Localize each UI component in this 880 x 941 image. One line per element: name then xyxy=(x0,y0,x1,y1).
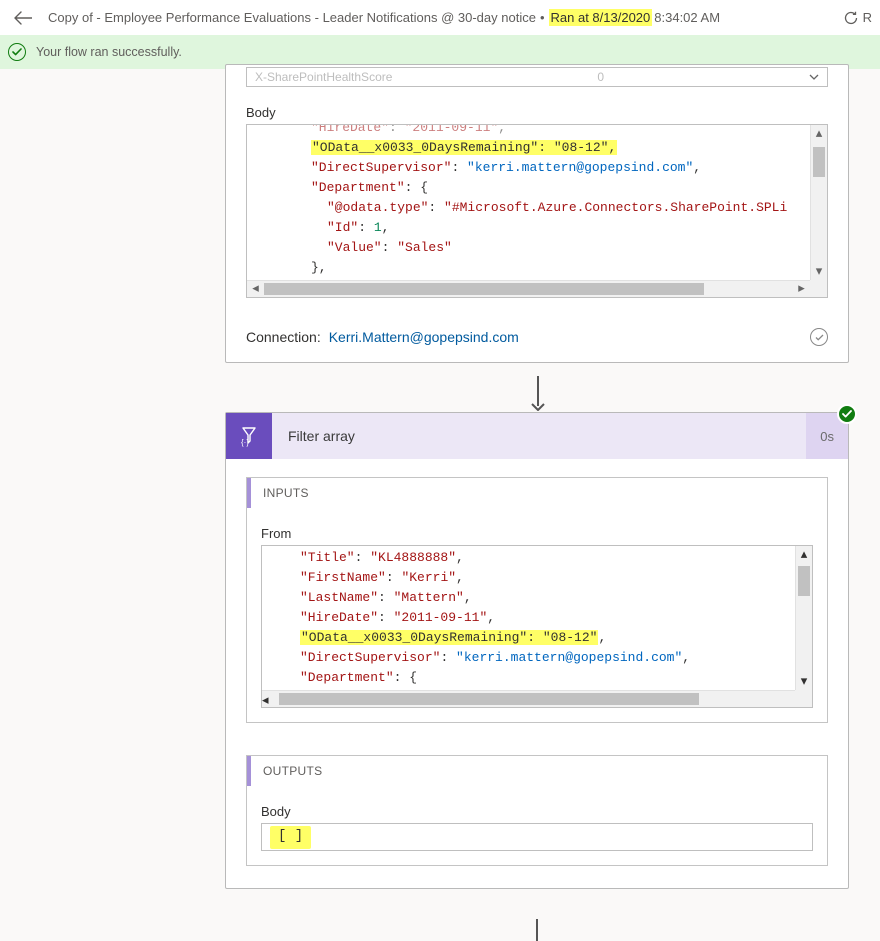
connection-value[interactable]: Kerri.Mattern@gopepsind.com xyxy=(329,329,519,345)
json-line: "OData__x0033_0DaysRemaining": "08-12", xyxy=(247,138,827,158)
vertical-scrollbar[interactable]: ▴ ▾ xyxy=(810,125,827,280)
success-message: Your flow ran successfully. xyxy=(36,45,182,59)
flow-canvas: X-SharePointHealthScore 0 Body "HireDate… xyxy=(0,69,880,933)
scroll-down-icon[interactable]: ▾ xyxy=(796,673,812,690)
json-line: "Value": "Sales" xyxy=(247,238,827,258)
from-label: From xyxy=(261,526,813,541)
scroll-thumb[interactable] xyxy=(798,566,810,596)
scroll-up-icon[interactable]: ▴ xyxy=(811,125,827,142)
status-success-icon xyxy=(837,404,857,424)
outputs-body-value: [ ] xyxy=(270,826,311,849)
page-header: Copy of - Employee Performance Evaluatio… xyxy=(0,0,880,35)
from-json-box[interactable]: "Title": "KL4888888","FirstName": "Kerri… xyxy=(261,545,813,708)
refresh-icon xyxy=(843,10,859,26)
scroll-thumb[interactable] xyxy=(813,147,825,177)
scroll-down-icon[interactable]: ▾ xyxy=(811,263,827,280)
connection-row: Connection: Kerri.Mattern@gopepsind.com xyxy=(246,328,828,346)
body-json-box[interactable]: "HireDate": "2011-09-11","OData__x0033_0… xyxy=(246,124,828,298)
connection-label: Connection: xyxy=(246,329,321,345)
scroll-corner xyxy=(810,280,827,297)
json-line: "FirstName": "Kerri", xyxy=(262,568,812,588)
vertical-scrollbar[interactable]: ▴ ▾ xyxy=(795,546,812,690)
previous-action-card[interactable]: X-SharePointHealthScore 0 Body "HireDate… xyxy=(225,64,849,363)
data-operation-icon: {·} xyxy=(237,424,261,448)
json-line: "OData__x0033_0DaysRemaining": "08-12", xyxy=(262,628,812,648)
flow-title: Copy of - Employee Performance Evaluatio… xyxy=(48,10,536,25)
ran-time: 8:34:02 AM xyxy=(654,10,720,25)
json-line: "HireDate": "2011-09-11", xyxy=(262,608,812,628)
scroll-up-icon[interactable]: ▴ xyxy=(796,546,812,563)
json-line: "Department": { xyxy=(262,668,812,688)
scroll-left-icon[interactable]: ◂ xyxy=(247,281,264,297)
json-line: "@odata.type": "#Microsoft.Azure.Connect… xyxy=(247,198,827,218)
json-line: "LastName": "Mattern", xyxy=(262,588,812,608)
body-json-content[interactable]: "HireDate": "2011-09-11","OData__x0033_0… xyxy=(247,125,827,281)
refresh-button[interactable]: R xyxy=(839,10,876,26)
chevron-down-icon xyxy=(809,74,819,80)
header-select-value: 0 xyxy=(597,70,604,84)
outputs-body-box[interactable]: [ ] xyxy=(261,823,813,851)
scroll-thumb[interactable] xyxy=(279,693,699,705)
body-label: Body xyxy=(246,105,828,120)
outputs-body-label: Body xyxy=(261,804,813,819)
arrow-left-icon xyxy=(14,11,32,25)
connection-ok-icon xyxy=(810,328,828,346)
ran-at-highlight: Ran at 8/13/2020 xyxy=(549,9,653,26)
refresh-label: R xyxy=(863,10,872,25)
success-icon xyxy=(8,43,26,61)
connector-line xyxy=(536,919,538,941)
json-line: "DirectSupervisor": "kerri.mattern@gopep… xyxy=(247,158,827,178)
svg-text:{·}: {·} xyxy=(241,438,249,447)
outputs-title: OUTPUTS xyxy=(247,756,827,786)
back-button[interactable] xyxy=(4,5,42,31)
filter-array-card[interactable]: {·} Filter array 0s INPUTS From "Title":… xyxy=(225,412,849,889)
json-line: "Id": 1, xyxy=(247,218,827,238)
outputs-panel: OUTPUTS Body [ ] xyxy=(246,755,828,866)
from-json-content[interactable]: "Title": "KL4888888","FirstName": "Kerri… xyxy=(262,546,812,708)
scroll-right-icon[interactable]: ▸ xyxy=(793,281,810,297)
filter-icon-box: {·} xyxy=(226,413,272,459)
scroll-corner xyxy=(795,690,812,707)
filter-card-header[interactable]: {·} Filter array 0s xyxy=(226,413,848,459)
json-line: }, xyxy=(247,258,827,278)
connector-arrow-icon xyxy=(529,376,547,412)
json-line: "Title": "KL4888888", xyxy=(262,548,812,568)
scroll-thumb[interactable] xyxy=(264,283,704,295)
json-line: "Department": { xyxy=(247,178,827,198)
horizontal-scrollbar[interactable]: ◂ ▸ xyxy=(262,690,795,707)
json-line: "DirectSupervisor": "kerri.mattern@gopep… xyxy=(262,648,812,668)
horizontal-scrollbar[interactable]: ◂ ▸ xyxy=(247,280,810,297)
json-line: "HireDate": "2011-09-11", xyxy=(247,125,827,138)
separator: • xyxy=(540,10,545,25)
inputs-panel: INPUTS From "Title": "KL4888888","FirstN… xyxy=(246,477,828,723)
header-select-key: X-SharePointHealthScore xyxy=(255,70,392,84)
header-select[interactable]: X-SharePointHealthScore 0 xyxy=(246,67,828,87)
inputs-title: INPUTS xyxy=(247,478,827,508)
filter-card-title: Filter array xyxy=(272,413,806,459)
